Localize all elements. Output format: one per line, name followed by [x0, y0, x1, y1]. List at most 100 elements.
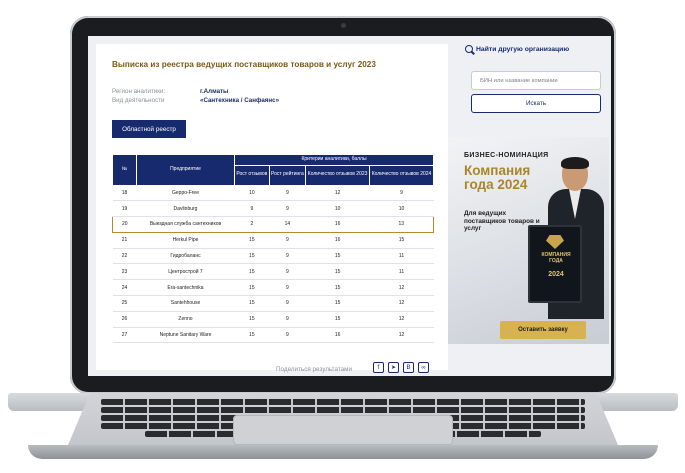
row-company: Davlinburg [136, 200, 235, 218]
registry-table: № Предприятие Критерии аналитики, баллы … [112, 154, 434, 344]
apply-button[interactable]: Оставить заявку [500, 321, 586, 339]
award-plaque: КОМПАНИЯ ГОДА 2024 [528, 225, 582, 303]
search-button[interactable]: Искать [471, 94, 601, 113]
col-header-review-growth: Рост отзывов [234, 164, 270, 186]
row-number: 24 [112, 279, 137, 297]
link-icon[interactable]: ∞ [418, 362, 429, 373]
meta-value-activity: «Сантехника / Санфаянс» [200, 97, 280, 104]
row-number: 25 [112, 295, 137, 312]
row-company: Neptune Sanitary Ware [136, 327, 235, 344]
page-title: Выписка из реестра ведущих поставщиков т… [112, 60, 376, 69]
table-row: 27 Neptune Sanitary Ware 15 9 16 12 [112, 327, 434, 344]
banner-headline: Компания года 2024 [464, 163, 531, 193]
table-row: 21 Herkul Pipe 15 9 16 15 [112, 232, 434, 249]
table-row: 25 Santehhouse 15 9 15 12 [112, 295, 434, 312]
banner-kicker: БИЗНЕС-НОМИНАЦИЯ [464, 152, 549, 159]
row-score: 9 [269, 248, 306, 265]
row-score: 12 [369, 295, 434, 312]
col-header-company: Предприятие [136, 154, 235, 186]
row-score: 15 [234, 263, 270, 281]
meta-value-region: г.Алматы [200, 88, 229, 95]
col-header-reviews-2023: Количество отзывов 2023 [305, 164, 371, 186]
screen: Выписка из реестра ведущих поставщиков т… [88, 36, 611, 376]
row-score: 9 [269, 185, 306, 202]
diamond-icon [546, 235, 564, 249]
facebook-icon[interactable]: f [373, 362, 384, 373]
promo-banner[interactable]: БИЗНЕС-НОМИНАЦИЯ Компания года 2024 Для … [448, 137, 609, 344]
row-company: Herkul Pipe [136, 232, 235, 249]
row-score: 15 [305, 295, 370, 312]
row-number: 21 [112, 232, 137, 249]
telegram-icon[interactable]: ➤ [388, 362, 399, 373]
registry-table-body: 18 Geppo-Free 10 9 12 9 19 Davlinburg 9 9 10 10 20 Вы… [112, 185, 434, 344]
registry-panel: Выписка из реестра ведущих поставщиков т… [96, 44, 448, 373]
row-number: 23 [112, 263, 137, 281]
row-company: Geppo-Free [136, 185, 235, 202]
laptop-mockup: Выписка из реестра ведущих поставщиков т… [0, 0, 685, 473]
row-number: 18 [112, 185, 137, 202]
table-row: 19 Davlinburg 9 9 10 10 [112, 200, 434, 218]
row-score: 12 [369, 311, 434, 328]
row-score: 15 [234, 311, 270, 328]
row-score: 10 [234, 185, 270, 202]
row-score: 9 [234, 200, 270, 218]
sidebar: Найти другую организацию БИН или названи… [446, 36, 611, 376]
row-score: 10 [305, 200, 370, 218]
row-score: 15 [234, 232, 270, 249]
row-number: 22 [112, 248, 137, 265]
table-row: 23 Центрострой 7 15 9 15 11 [112, 263, 434, 281]
row-company: Выездная служба сантехников [136, 216, 235, 233]
row-number: 27 [112, 327, 137, 344]
share-label: Поделиться результатами [276, 366, 353, 373]
row-score: 9 [269, 295, 306, 312]
row-score: 15 [305, 279, 370, 297]
meta-label-region: Регион аналитики: [112, 88, 166, 95]
row-score: 2 [234, 216, 270, 233]
row-score: 15 [305, 248, 370, 265]
row-company: Zenno [136, 311, 235, 328]
table-row: 20 Выездная служба сантехников 2 14 16 13 [112, 216, 434, 233]
row-score: 9 [269, 327, 306, 344]
row-score: 15 [305, 311, 370, 328]
row-score: 9 [269, 311, 306, 328]
meta-label-activity: Вид деятельности [112, 97, 165, 104]
row-company: Era-santechnika [136, 279, 235, 297]
find-organization-label[interactable]: Найти другую организацию [476, 46, 569, 53]
row-score: 9 [269, 200, 306, 218]
row-score: 14 [269, 216, 306, 233]
row-number: 19 [112, 200, 137, 218]
col-header-criteria: Критерии аналитики, баллы [234, 154, 434, 166]
row-score: 9 [269, 232, 306, 249]
row-company: Santehhouse [136, 295, 235, 312]
vk-icon[interactable]: B [403, 362, 414, 373]
table-row: 22 Гидробаланс 15 9 15 11 [112, 248, 434, 265]
row-company: Гидробаланс [136, 248, 235, 265]
row-score: 15 [234, 327, 270, 344]
row-score: 12 [369, 327, 434, 344]
plaque-year: 2024 [548, 271, 564, 278]
row-score: 12 [369, 279, 434, 297]
row-score: 12 [305, 185, 370, 202]
row-score: 13 [369, 216, 434, 233]
row-score: 15 [234, 248, 270, 265]
table-row: 24 Era-santechnika 15 9 15 12 [112, 279, 434, 297]
laptop-base [8, 393, 678, 463]
trackpad [233, 415, 453, 445]
row-score: 11 [369, 248, 434, 265]
search-icon [465, 45, 473, 53]
col-header-rating-growth: Рост рейтинга [268, 164, 307, 186]
row-number: 20 [112, 216, 137, 233]
table-row: 26 Zenno 15 9 15 12 [112, 311, 434, 328]
row-company: Центрострой 7 [136, 263, 235, 281]
row-score: 15 [305, 263, 370, 281]
row-score: 10 [369, 200, 434, 218]
row-score: 9 [269, 279, 306, 297]
plaque-title: КОМПАНИЯ ГОДА [541, 252, 571, 264]
row-score: 9 [269, 263, 306, 281]
row-number: 26 [112, 311, 137, 328]
row-score: 9 [369, 185, 434, 202]
row-score: 15 [234, 295, 270, 312]
regional-registry-button[interactable]: Областной реестр [112, 120, 186, 138]
row-score: 11 [369, 263, 434, 281]
search-input[interactable]: БИН или название компании [471, 71, 601, 90]
